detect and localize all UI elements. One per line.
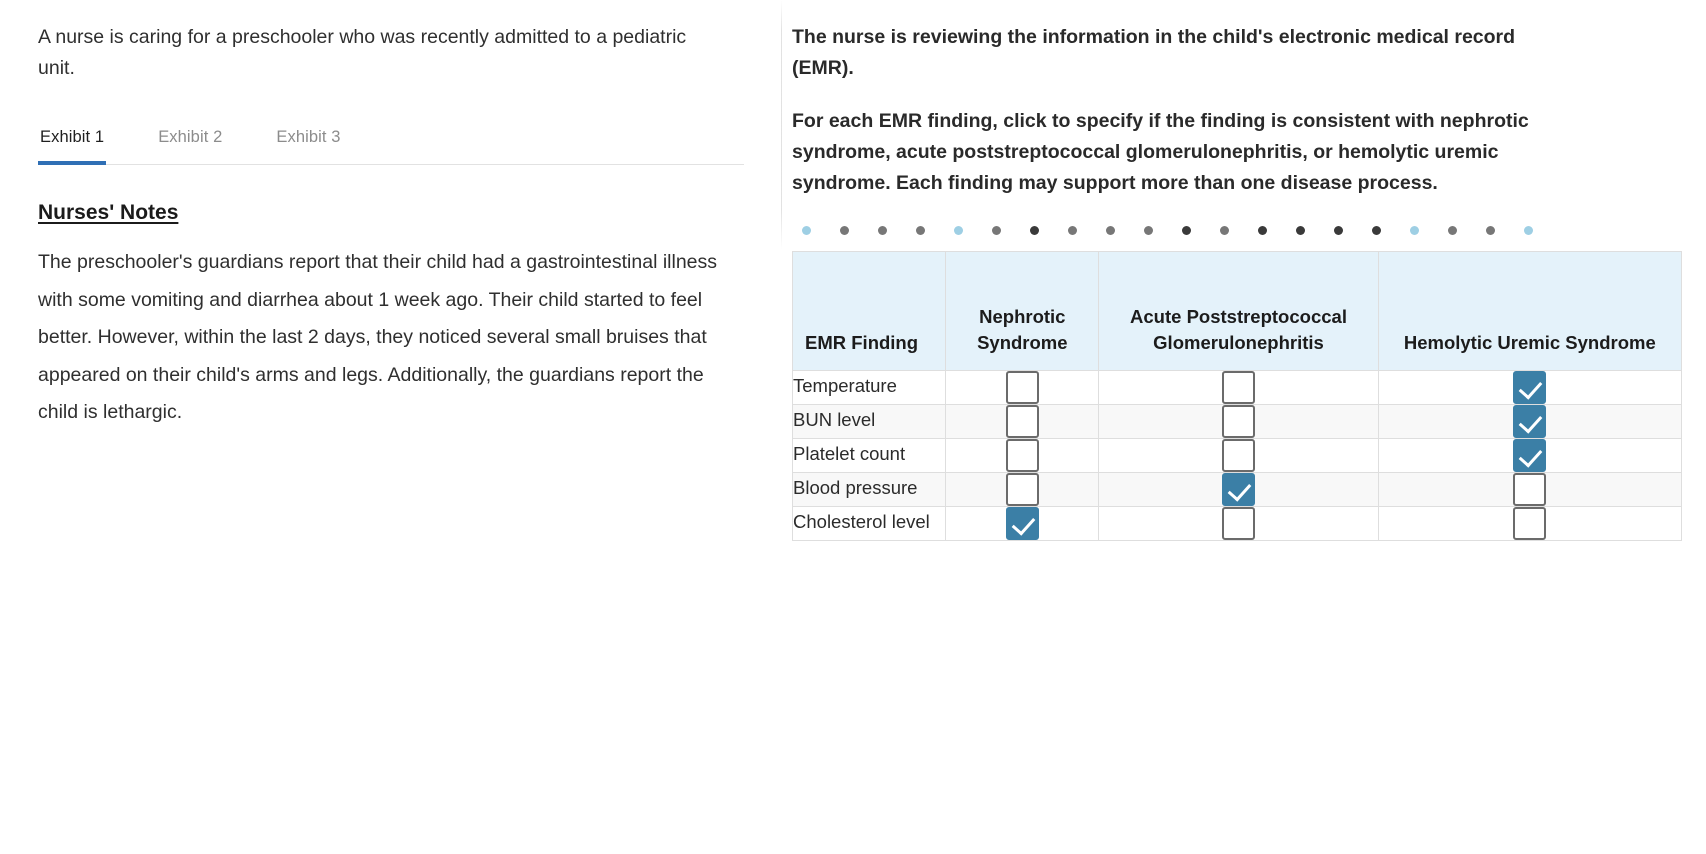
question-prompt-intro: The nurse is reviewing the information i… <box>792 26 1516 79</box>
table-row: Blood pressure <box>791 472 1683 507</box>
separator-dot <box>954 225 963 235</box>
checkbox-cell-acute-poststreptococcal-glomerulonephritis[interactable] <box>1098 472 1379 507</box>
unchecked-checkbox-icon[interactable] <box>1005 473 1039 506</box>
tab-exhibit-1[interactable]: Exhibit 1 <box>38 122 107 165</box>
unchecked-checkbox-icon[interactable] <box>1222 371 1255 404</box>
emr-findings-table: EMR Finding Nephrotic Syndrome Acute Pos… <box>791 251 1683 541</box>
checkbox-cell-hemolytic-uremic-syndrome[interactable] <box>1377 438 1683 473</box>
checkbox-cell-acute-poststreptococcal-glomerulonephritis[interactable] <box>1098 438 1379 473</box>
emr-header-row: EMR Finding Nephrotic Syndrome Acute Pos… <box>791 251 1683 371</box>
dotted-separator <box>802 221 1562 239</box>
separator-dot <box>1258 225 1267 235</box>
separator-dot <box>916 225 925 235</box>
emr-finding-label: Blood pressure <box>791 472 947 507</box>
checkbox-cell-acute-poststreptococcal-glomerulonephritis[interactable] <box>1098 404 1379 439</box>
separator-dot <box>1372 225 1381 235</box>
unchecked-checkbox-icon[interactable] <box>1222 507 1255 540</box>
separator-dot <box>992 225 1001 235</box>
separator-dot <box>1182 225 1191 235</box>
table-row: Platelet count <box>791 438 1683 473</box>
header-hemolytic-uremic-syndrome: Hemolytic Uremic Syndrome <box>1377 251 1683 371</box>
table-row: Temperature <box>791 370 1683 405</box>
separator-dot <box>1068 225 1077 235</box>
tab-exhibit-3[interactable]: Exhibit 3 <box>274 122 342 165</box>
separator-dot <box>840 225 849 235</box>
separator-dot <box>1144 225 1153 235</box>
emr-finding-label: Temperature <box>791 370 947 405</box>
unchecked-checkbox-icon[interactable] <box>1513 473 1547 506</box>
separator-dot <box>1410 225 1419 235</box>
emr-table-body: Temperature BUN level Platelet count Blood … <box>791 370 1683 541</box>
checkbox-cell-nephrotic-syndrome[interactable] <box>945 472 1100 507</box>
exhibit-panel: A nurse is caring for a preschooler who … <box>0 0 782 854</box>
header-acute-poststreptococcal-glomerulonephritis: Acute Poststreptococcal Glomerulonephrit… <box>1098 251 1379 371</box>
question-prompt-instructions: For each EMR finding, click to specify i… <box>792 110 1529 194</box>
exhibit-tabs: Exhibit 1 Exhibit 2 Exhibit 3 <box>38 122 744 165</box>
tab-exhibit-2[interactable]: Exhibit 2 <box>156 122 224 165</box>
unchecked-checkbox-icon[interactable] <box>1513 507 1547 540</box>
emr-table-head: EMR Finding Nephrotic Syndrome Acute Pos… <box>791 251 1683 371</box>
question-panel: The nurse is reviewing the information i… <box>782 0 1706 854</box>
checkbox-cell-hemolytic-uremic-syndrome[interactable] <box>1377 506 1683 541</box>
case-stem-text: A nurse is caring for a preschooler who … <box>38 26 687 79</box>
checkbox-cell-hemolytic-uremic-syndrome[interactable] <box>1377 472 1683 507</box>
case-study-page: A nurse is caring for a preschooler who … <box>0 0 1706 854</box>
header-nephrotic-syndrome: Nephrotic Syndrome <box>945 251 1100 371</box>
unchecked-checkbox-icon[interactable] <box>1005 439 1039 472</box>
separator-dot <box>1296 225 1305 235</box>
separator-dot <box>1220 225 1229 235</box>
unchecked-checkbox-icon[interactable] <box>1005 371 1039 404</box>
table-row: BUN level <box>791 404 1683 439</box>
checked-checkbox-icon[interactable] <box>1513 405 1547 438</box>
unchecked-checkbox-icon[interactable] <box>1222 439 1255 472</box>
emr-table-container: EMR Finding Nephrotic Syndrome Acute Pos… <box>791 251 1683 541</box>
checkbox-cell-nephrotic-syndrome[interactable] <box>945 370 1100 405</box>
separator-dot <box>1524 225 1533 235</box>
checkbox-cell-nephrotic-syndrome[interactable] <box>945 438 1100 473</box>
emr-finding-label: Platelet count <box>791 438 947 473</box>
separator-dot <box>878 225 887 235</box>
checkbox-cell-hemolytic-uremic-syndrome[interactable] <box>1377 404 1683 439</box>
emr-finding-label: Cholesterol level <box>791 506 947 541</box>
separator-dot <box>1030 225 1039 235</box>
checked-checkbox-icon[interactable] <box>1222 473 1255 506</box>
separator-dot <box>1486 225 1495 235</box>
nurses-notes-heading: Nurses' Notes <box>38 201 179 224</box>
nurses-notes-body: The preschooler's guardians report that … <box>38 251 718 423</box>
checked-checkbox-icon[interactable] <box>1513 439 1547 472</box>
emr-finding-label: BUN level <box>791 404 947 439</box>
unchecked-checkbox-icon[interactable] <box>1222 405 1255 438</box>
header-emr-finding: EMR Finding <box>791 251 947 371</box>
separator-dot <box>1448 225 1457 235</box>
checkbox-cell-nephrotic-syndrome[interactable] <box>945 506 1100 541</box>
checkbox-cell-acute-poststreptococcal-glomerulonephritis[interactable] <box>1098 506 1379 541</box>
checkbox-cell-acute-poststreptococcal-glomerulonephritis[interactable] <box>1098 370 1379 405</box>
checkbox-cell-nephrotic-syndrome[interactable] <box>945 404 1100 439</box>
checkbox-cell-hemolytic-uremic-syndrome[interactable] <box>1377 370 1683 405</box>
table-row: Cholesterol level <box>791 506 1683 541</box>
checked-checkbox-icon[interactable] <box>1005 507 1039 540</box>
separator-dot <box>1334 225 1343 235</box>
separator-dot <box>1106 225 1115 235</box>
checked-checkbox-icon[interactable] <box>1513 371 1547 404</box>
unchecked-checkbox-icon[interactable] <box>1005 405 1039 438</box>
separator-dot <box>802 225 811 235</box>
